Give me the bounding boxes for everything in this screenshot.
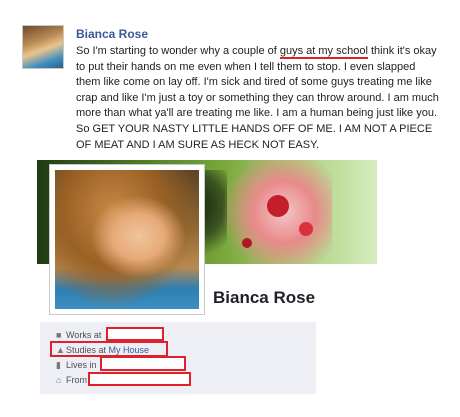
post-author-avatar[interactable] <box>22 25 64 69</box>
redaction-box-hometown <box>88 372 191 386</box>
info-row-residence: ▮ Lives in <box>56 359 97 372</box>
cover-flower-red <box>267 195 289 217</box>
post-text-start: So I'm starting to wonder why a couple o… <box>76 45 280 57</box>
redaction-box-residence <box>100 356 186 371</box>
info-label-residence: Lives in <box>66 360 97 370</box>
info-label-hometown: From <box>66 375 87 385</box>
info-row-hometown: ⌂ From <box>56 374 87 387</box>
post-text-highlight: guys at my school <box>279 45 368 59</box>
profile-name[interactable]: Bianca Rose <box>213 288 315 308</box>
profile-photo-image <box>55 170 199 309</box>
cover-flower-red <box>299 222 313 236</box>
profile-picture[interactable] <box>49 164 205 315</box>
redaction-box-work <box>106 327 164 341</box>
cover-flower-red <box>242 238 252 248</box>
highlight-box-education <box>50 341 168 357</box>
post-text-end: think it's okay to put their hands on me… <box>76 45 439 151</box>
post-author-name[interactable]: Bianca Rose <box>76 27 148 41</box>
post-text: So I'm starting to wonder why a couple o… <box>76 44 440 153</box>
building-icon: ▮ <box>56 360 61 370</box>
home-icon: ⌂ <box>56 375 62 385</box>
info-label-work: Works at <box>66 330 102 340</box>
